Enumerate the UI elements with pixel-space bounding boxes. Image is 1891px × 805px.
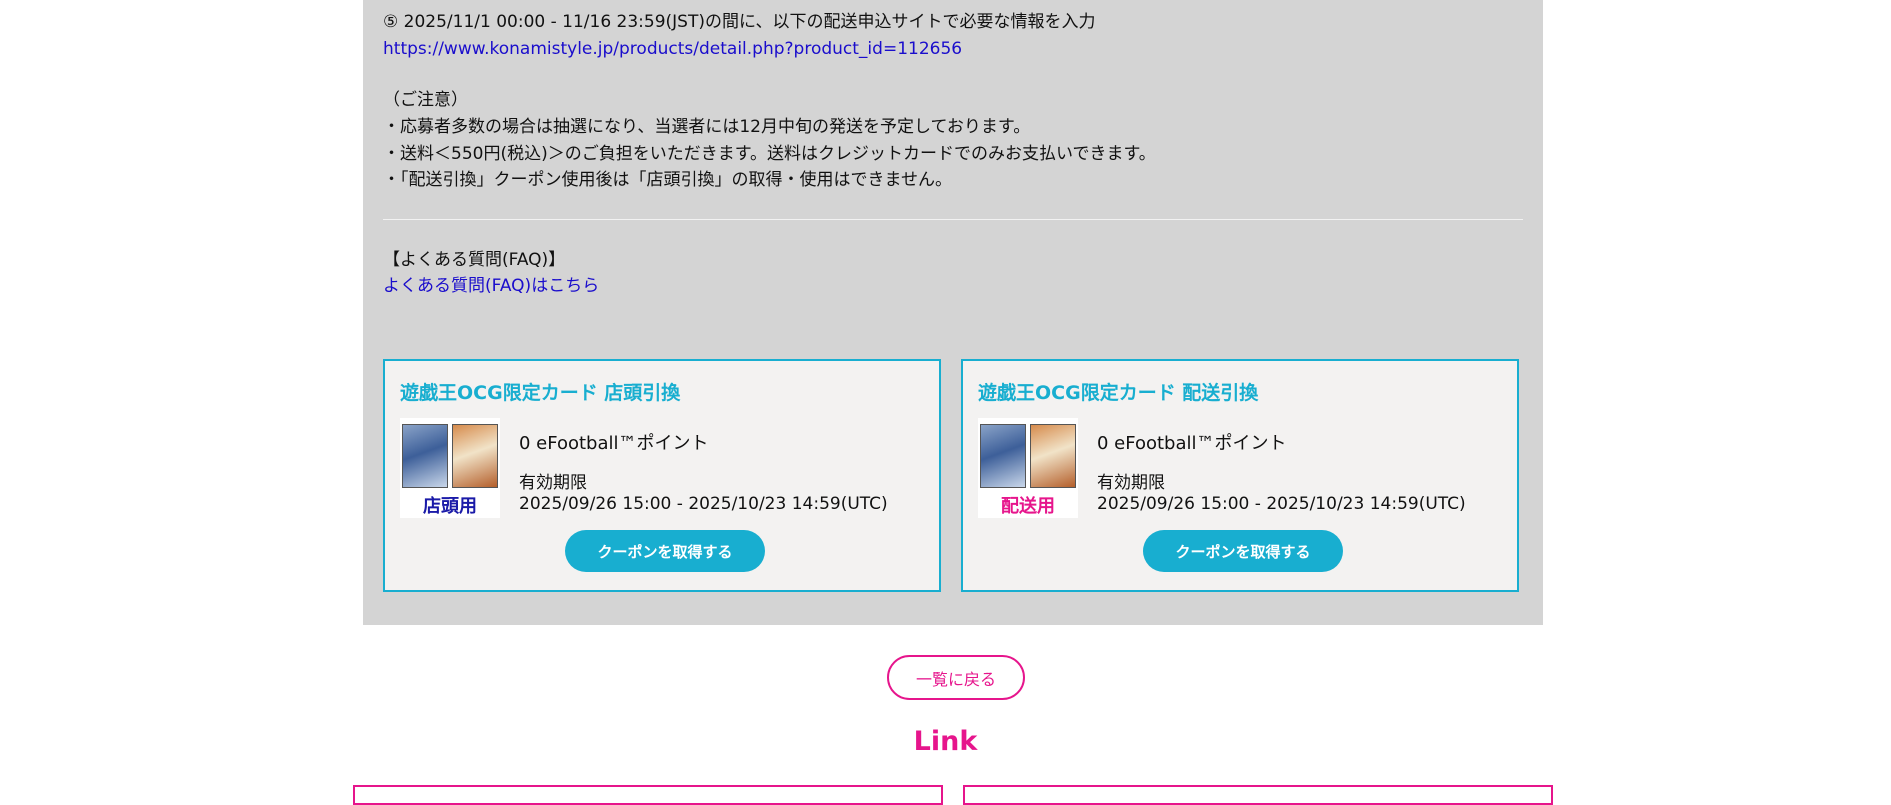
delivery-site-link[interactable]: https://www.konamistyle.jp/products/deta… — [383, 38, 962, 60]
expiry-dates: 2025/09/26 15:00 - 2025/10/23 14:59(UTC) — [1097, 494, 1466, 514]
caution-heading: （ご注意） — [383, 90, 468, 110]
link-banner[interactable] — [353, 785, 943, 805]
link-section-heading: Link — [913, 726, 978, 757]
coupon-title: 遊戯王OCG限定カード 店頭引換 — [400, 382, 681, 404]
coupon-card-image: 配送用 — [978, 418, 1078, 518]
expiry-label: 有効期限 — [1097, 473, 1165, 493]
expiry-dates: 2025/09/26 15:00 - 2025/10/23 14:59(UTC) — [519, 494, 888, 514]
coupon-card-image: 店頭用 — [400, 418, 500, 518]
link-banner[interactable] — [963, 785, 1553, 805]
store-badge: 店頭用 — [423, 496, 477, 517]
coupon-title: 遊戯王OCG限定カード 配送引換 — [978, 382, 1259, 404]
coupon-points: 0 eFootball™ポイント — [1097, 433, 1287, 454]
divider — [383, 219, 1523, 220]
caution-item: ・送料＜550円(税込)＞のご負担をいただきます。送料はクレジットカードでのみお… — [383, 144, 1156, 164]
get-coupon-button[interactable]: クーポンを取得する — [565, 530, 765, 572]
faq-link[interactable]: よくある質問(FAQ)はこちら — [383, 275, 599, 297]
caution-item: ・「配送引換」クーポン使用後は「店頭引換」の取得・使用はできません。 — [383, 170, 952, 190]
caution-item: ・応募者多数の場合は抽選になり、当選者には12月中旬の発送を予定しております。 — [383, 117, 1031, 137]
delivery-badge: 配送用 — [1001, 496, 1055, 517]
step5-text: ⑤ 2025/11/1 00:00 - 11/16 23:59(JST)の間に、… — [383, 12, 1096, 32]
coupon-card-store: 遊戯王OCG限定カード 店頭引換 店頭用 0 eFootball™ポイント 有効… — [383, 359, 941, 592]
back-to-list-button[interactable]: 一覧に戻る — [887, 655, 1025, 700]
card-art-icon — [980, 424, 1026, 488]
faq-heading: 【よくある質問(FAQ)】 — [383, 250, 566, 270]
card-art-icon — [1030, 424, 1076, 488]
coupon-points: 0 eFootball™ポイント — [519, 433, 709, 454]
get-coupon-button[interactable]: クーポンを取得する — [1143, 530, 1343, 572]
card-art-icon — [402, 424, 448, 488]
card-art-icon — [452, 424, 498, 488]
expiry-label: 有効期限 — [519, 473, 587, 493]
coupon-card-delivery: 遊戯王OCG限定カード 配送引換 配送用 0 eFootball™ポイント 有効… — [961, 359, 1519, 592]
